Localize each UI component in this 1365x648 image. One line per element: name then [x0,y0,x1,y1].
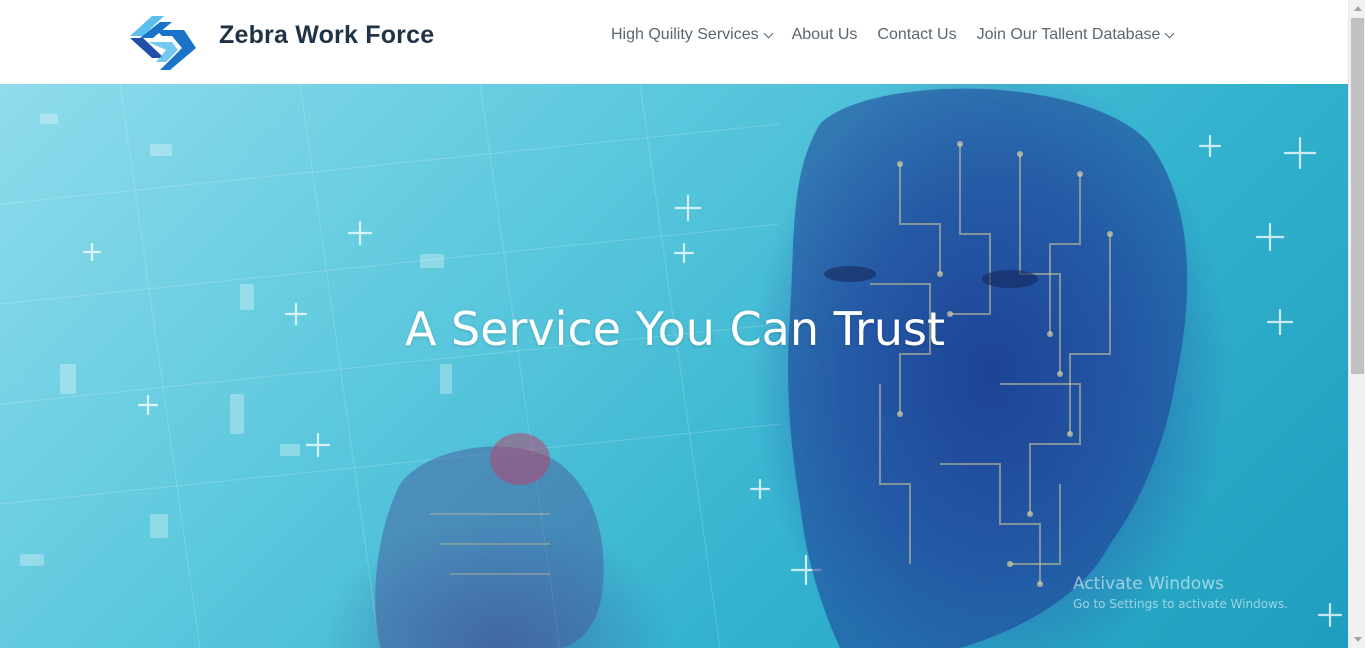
watermark-title: Activate Windows [1073,574,1224,594]
scrollbar-thumb[interactable] [1351,18,1364,374]
scroll-up-button[interactable] [1349,0,1365,17]
brand-name[interactable]: Zebra Work Force [219,21,434,50]
nav-item-label: Join Our Tallent Database [976,26,1161,43]
hero-banner: A Service You Can Trust Activate Windows… [0,84,1348,648]
nav-item-label: High Quility Services [611,26,759,43]
hero-title: A Service You Can Trust [404,302,946,356]
ai-circuit-face-background [0,84,1343,648]
chevron-down-icon [763,28,774,38]
scroll-down-button[interactable] [1349,631,1365,648]
main-nav: High Quility Services About Us Contact U… [611,24,1193,46]
site-header: Zebra Work Force High Quility Services A… [0,0,1348,84]
nav-item-label: About Us [791,26,858,43]
nav-item-about[interactable]: About Us [792,26,858,44]
chevron-arrows-logo-icon [130,16,196,70]
windows-activation-watermark: Activate Windows Go to Settings to activ… [1073,574,1288,611]
scroll-down-arrow-icon [1353,637,1362,642]
nav-item-contact[interactable]: Contact Us [877,26,956,44]
vertical-scrollbar[interactable] [1348,0,1365,648]
watermark-subtitle: Go to Settings to activate Windows. [1073,597,1288,611]
nav-item-join-database[interactable]: Join Our Tallent Database [976,26,1175,44]
chevron-down-icon [1164,28,1175,38]
scroll-up-arrow-icon [1353,6,1362,11]
nav-item-services[interactable]: High Quility Services [611,26,774,44]
nav-item-label: Contact Us [877,26,957,43]
logo-link[interactable] [126,12,198,70]
